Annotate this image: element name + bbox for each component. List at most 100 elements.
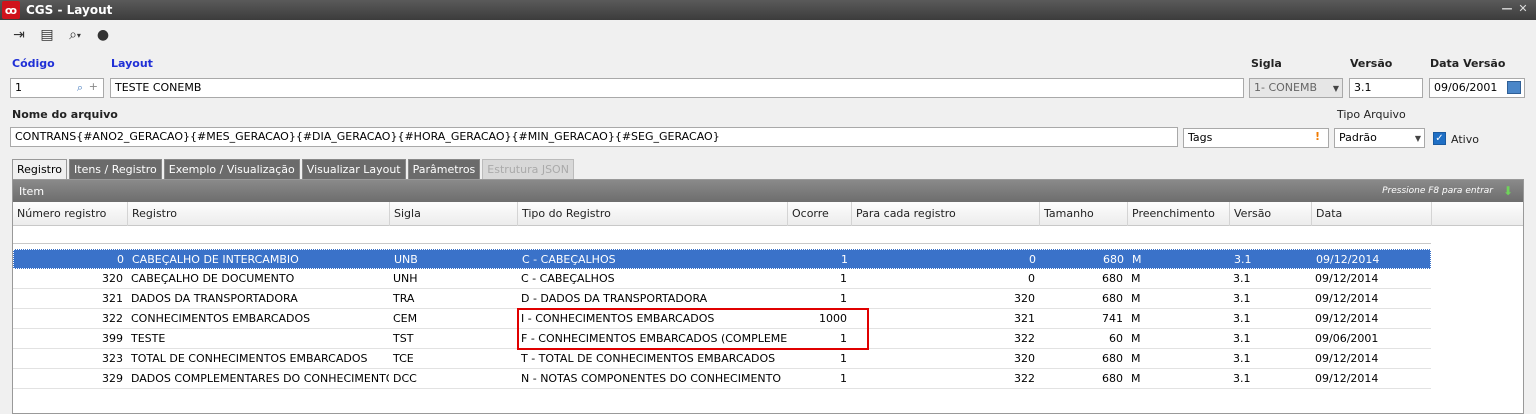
tab-visualizar-layout[interactable]: Visualizar Layout: [301, 159, 406, 179]
sigla-value: 1- CONEMB: [1254, 81, 1318, 94]
versao-field[interactable]: 3.1: [1349, 78, 1423, 98]
grid-header: Número registro Registro Sigla Tipo do R…: [13, 202, 1523, 226]
tab-itens-registro[interactable]: Itens / Registro: [69, 159, 162, 179]
sigla-select[interactable]: 1- CONEMB ▼: [1249, 78, 1343, 98]
cell-para-cada: 0: [1028, 272, 1035, 285]
cell-sigla: UNB: [394, 253, 418, 266]
col-registro[interactable]: Registro: [127, 202, 389, 226]
col-sigla[interactable]: Sigla: [389, 202, 517, 226]
cell-ocorre: 1: [841, 253, 848, 266]
arrow-down-icon[interactable]: ⬇: [1503, 184, 1513, 198]
cell-registro: TESTE: [131, 332, 166, 345]
registro-grid: Item Pressione F8 para entrar ⬇ Número r…: [12, 179, 1524, 414]
cell-versao: 3.1: [1233, 352, 1251, 365]
tab-bar: Registro Itens / Registro Exemplo / Visu…: [12, 159, 576, 179]
cell-para-cada: 321: [1014, 312, 1035, 325]
cell-preenchimento: M: [1131, 332, 1141, 345]
col-ocorre[interactable]: Ocorre: [787, 202, 851, 226]
cell-sigla: TST: [393, 332, 414, 345]
cell-data: 09/12/2014: [1315, 272, 1379, 285]
tags-value: Tags: [1188, 131, 1213, 144]
cell-ocorre: 1: [840, 292, 847, 305]
cell-tamanho: 680: [1103, 253, 1124, 266]
toolbar: ⇥ ▤ ⌕ ▾ ●: [0, 20, 1536, 50]
cell-numero: 321: [102, 292, 123, 305]
grid-divider: [13, 243, 1431, 244]
cell-para-cada: 0: [1029, 253, 1036, 266]
cell-ocorre: 1: [840, 372, 847, 385]
table-row[interactable]: 329 DADOS COMPLEMENTARES DO CONHECIMENTO …: [13, 369, 1431, 389]
cell-ocorre: 1000: [819, 312, 847, 325]
ativo-label: Ativo: [1451, 133, 1479, 146]
lookup-icon[interactable]: ⌕: [77, 81, 83, 95]
tab-exemplo-visualizacao[interactable]: Exemplo / Visualização: [163, 159, 300, 179]
cell-registro: TOTAL DE CONHECIMENTOS EMBARCADOS: [131, 352, 368, 365]
cell-registro: CABEÇALHO DE DOCUMENTO: [131, 272, 295, 285]
cell-tipo: I - CONHECIMENTOS EMBARCADOS: [521, 312, 715, 325]
table-row[interactable]: 320 CABEÇALHO DE DOCUMENTO UNH C - CABEÇALH…: [13, 269, 1431, 289]
chevron-down-icon: ▼: [1332, 84, 1339, 93]
grid-body: 0 CABEÇALHO DE INTERCAMBIO UNB C - CABEÇALH…: [13, 226, 1523, 413]
calendar-icon[interactable]: [1507, 81, 1521, 94]
data-versao-value: 09/06/2001: [1434, 81, 1498, 94]
card-icon[interactable]: ▤: [36, 24, 58, 46]
cell-numero: 322: [102, 312, 123, 325]
col-tamanho[interactable]: Tamanho: [1039, 202, 1127, 226]
cell-preenchimento: M: [1132, 253, 1142, 266]
cell-sigla: UNH: [393, 272, 418, 285]
tags-field[interactable]: Tags !: [1183, 128, 1329, 148]
minimize-icon[interactable]: —: [1500, 2, 1514, 16]
chevron-down-icon: ▼: [1414, 134, 1421, 143]
exit-icon[interactable]: ⇥: [8, 24, 30, 46]
tab-parametros[interactable]: Parâmetros: [407, 159, 481, 179]
table-row[interactable]: 322 CONHECIMENTOS EMBARCADOS CEM I - CONHEC…: [13, 309, 1431, 329]
versao-value: 3.1: [1354, 81, 1372, 94]
ativo-checkbox[interactable]: ✓: [1433, 132, 1446, 145]
codigo-field[interactable]: 1 ⌕ +: [10, 78, 104, 98]
close-icon[interactable]: ✕: [1516, 2, 1530, 16]
col-preenchimento[interactable]: Preenchimento: [1127, 202, 1229, 226]
cell-sigla: TRA: [393, 292, 415, 305]
col-data[interactable]: Data: [1311, 202, 1431, 226]
cell-tipo: C - CABEÇALHOS: [521, 272, 615, 285]
plus-icon[interactable]: +: [89, 80, 98, 94]
cell-sigla: TCE: [393, 352, 414, 365]
layout-field[interactable]: TESTE CONEMB: [110, 78, 1244, 98]
col-para-cada-registro[interactable]: Para cada registro: [851, 202, 1039, 226]
nome-arquivo-field[interactable]: CONTRANS{#ANO2_GERACAO}{#MES_GERACAO}{#D…: [10, 127, 1178, 147]
search-icon[interactable]: ⌕ ▾: [64, 24, 86, 46]
cell-data: 09/12/2014: [1316, 253, 1380, 266]
cell-para-cada: 320: [1014, 292, 1035, 305]
cell-versao: 3.1: [1233, 372, 1251, 385]
tab-registro[interactable]: Registro: [12, 159, 68, 179]
cell-tipo: T - TOTAL DE CONHECIMENTOS EMBARCADOS: [521, 352, 776, 365]
cell-tamanho: 60: [1109, 332, 1123, 345]
table-row[interactable]: 399 TESTE TST F - CONHECIMENTOS EMBARCADOS …: [13, 329, 1431, 349]
table-row[interactable]: 323 TOTAL DE CONHECIMENTOS EMBARCADOS TCE T…: [13, 349, 1431, 369]
cell-tipo: N - NOTAS COMPONENTES DO CONHECIMENTO: [521, 372, 782, 385]
cell-ocorre: 1: [840, 352, 847, 365]
col-tipo-registro[interactable]: Tipo do Registro: [517, 202, 787, 226]
tipo-arquivo-select[interactable]: Padrão ▼: [1334, 128, 1425, 148]
cell-versao: 3.1: [1233, 332, 1251, 345]
col-numero-registro[interactable]: Número registro: [13, 202, 127, 226]
cell-numero: 329: [102, 372, 123, 385]
title-bar: ꝏ CGS - Layout — ✕: [0, 0, 1536, 20]
cell-data: 09/12/2014: [1315, 352, 1379, 365]
versao-label: Versão: [1350, 57, 1393, 70]
table-row[interactable]: 321 DADOS DA TRANSPORTADORA TRA D - DADOS D…: [13, 289, 1431, 309]
col-versao[interactable]: Versão: [1229, 202, 1311, 226]
cell-numero: 399: [102, 332, 123, 345]
cell-preenchimento: M: [1131, 312, 1141, 325]
table-row[interactable]: 0 CABEÇALHO DE INTERCAMBIO UNB C - CABEÇALH…: [13, 249, 1431, 269]
tipo-arquivo-label: Tipo Arquivo: [1337, 108, 1406, 121]
cell-tipo: C - CABEÇALHOS: [522, 253, 616, 266]
codigo-label: Código: [12, 57, 55, 70]
user-icon[interactable]: ●: [92, 24, 114, 46]
cell-preenchimento: M: [1131, 292, 1141, 305]
cell-preenchimento: M: [1131, 352, 1141, 365]
cell-versao: 3.1: [1233, 312, 1251, 325]
cell-sigla: CEM: [393, 312, 418, 325]
data-versao-field[interactable]: 09/06/2001: [1429, 78, 1525, 98]
warning-icon: !: [1314, 130, 1320, 143]
